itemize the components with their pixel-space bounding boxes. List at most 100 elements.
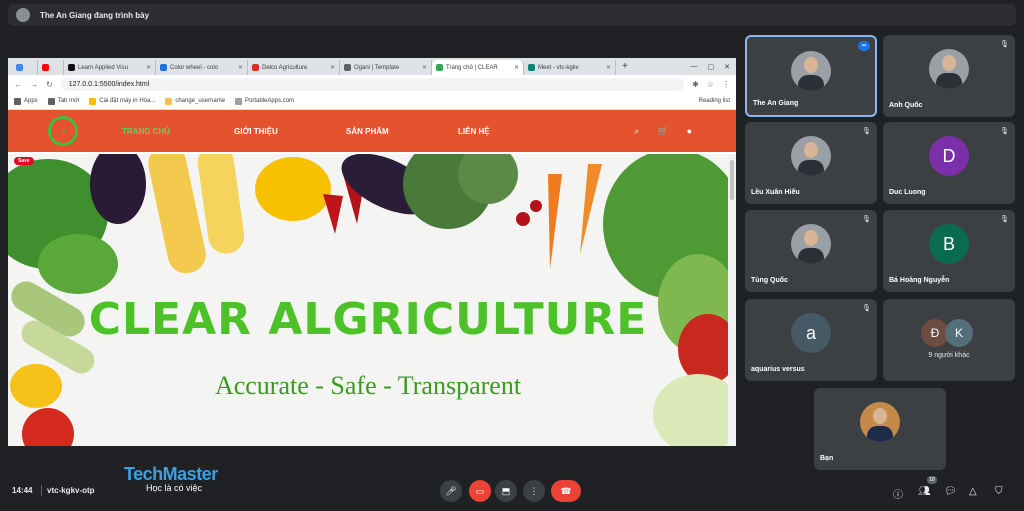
bookmark-icon [14,97,21,105]
participant-photo [791,224,831,264]
more-options-button[interactable]: ⋮ [523,480,545,502]
reload-icon[interactable]: ↻ [46,80,53,89]
cart-icon[interactable]: 🛒 [657,126,668,137]
tab-favicon-icon [16,64,23,71]
mic-icon: 🎤︎ [445,485,457,496]
browser-tab[interactable]: Delco Agriculture ✕ [248,60,340,75]
close-icon[interactable]: ✕ [330,64,335,71]
bookmark-label: PortableApps.com [245,98,295,104]
participant-tile[interactable]: 🎙︎ Anh Quốc [883,35,1015,117]
site-navbar: ◔ TRANG CHỦ GIỚI THIỆU SẢN PHẨM LIÊN HỆ ⌕ 🛒… [8,110,736,152]
info-icon[interactable]: ⓘ [893,486,903,501]
participant-tile[interactable]: D 🎙︎ Duc Luong [883,122,1015,204]
close-window-icon[interactable]: ✕ [724,63,730,71]
browser-tab[interactable]: Trang chủ | CLEAR ✕ [432,60,524,75]
site-nav-link[interactable]: LIÊN HỆ [458,127,570,136]
self-tile[interactable]: Bạn [814,388,946,470]
back-icon[interactable]: ← [14,80,22,89]
site-nav-link[interactable]: SẢN PHẨM [346,127,458,136]
menu-icon[interactable]: ⋮ [722,80,730,89]
close-icon[interactable]: ✕ [146,64,151,71]
participant-tile[interactable]: 🎙︎ Lều Xuân Hiếu [745,122,877,204]
bookmark-item[interactable]: Cài đặt máy in Hóa... [89,97,155,105]
close-icon[interactable]: ✕ [514,64,519,71]
tab-title: Color wheel - colo [170,64,219,71]
techmaster-logo: TechMaster Học là có việc [124,464,218,493]
site-nav-link[interactable]: GIỚI THIỆU [234,127,346,136]
bookmark-item[interactable]: Tab mới [47,97,80,105]
tab-favicon-icon [252,64,259,71]
mic-off-icon: 🎙︎ [862,305,871,312]
leave-call-button[interactable]: ☎ [551,480,581,502]
participant-count-badge: 18 [927,476,937,484]
pinterest-save-button[interactable]: Save [14,157,34,165]
bookmark-item[interactable]: Apps [14,97,38,105]
bookmark-icon [89,97,97,105]
camera-off-button[interactable]: ▭ [469,480,491,502]
hero-banner: Save CLEAR ALGRICULTURE Accurate - Safe … [8,154,728,446]
participant-tile[interactable]: a 🎙︎ aquarius versus [745,299,877,381]
participant-name: Duc Luong [889,189,926,196]
speaking-indicator-icon: ▪▪ [858,41,870,51]
microphone-button[interactable]: 🎤︎ [440,480,462,502]
bookmark-icon [235,97,243,105]
presenting-text: The An Giang đang trình bày [40,10,150,20]
bookmark-item[interactable]: PortableApps.com [235,97,295,105]
close-icon[interactable]: ✕ [422,64,427,71]
tab-title: Meet - vtc-kgkv [538,64,579,71]
user-icon[interactable]: ● [687,126,692,137]
browser-tab[interactable] [12,60,38,75]
browser-tab[interactable] [38,60,64,75]
close-icon[interactable]: ✕ [606,64,611,71]
activities-icon[interactable]: △ [969,486,977,497]
hero-subtitle: Accurate - Safe - Transparent [214,371,522,400]
chat-icon[interactable]: 💬︎ [944,486,957,497]
participant-tile[interactable]: ▪▪ The An Giang [745,35,877,117]
close-icon[interactable]: ✕ [238,64,243,71]
mic-off-icon: 🎙︎ [1000,128,1009,135]
browser-tab[interactable]: Meet - vtc-kgkv ✕ [524,60,616,75]
bookmark-label: Apps [24,98,38,104]
reading-list[interactable]: Reading list [699,98,730,104]
browser-tab[interactable]: Color wheel - colo ✕ [156,60,248,75]
url-field[interactable]: 127.0.0.1:5500/index.html [60,77,685,91]
address-bar: ← → ↻ 127.0.0.1:5500/index.html ✱ ☆ ⋮ [8,75,736,93]
forward-icon[interactable]: → [30,80,38,89]
search-icon[interactable]: ⌕ [634,126,639,137]
people-icon[interactable]: 👥︎ [918,486,931,497]
host-controls-icon[interactable]: ⛉ [995,486,1003,497]
bookmark-icon [47,97,55,105]
minimize-icon[interactable]: — [691,63,698,71]
participant-photo [791,136,831,176]
page-scrollbar[interactable] [728,154,736,446]
participant-tile[interactable]: 🎙︎ Tùng Quốc [745,210,877,292]
participant-photo [929,49,969,89]
present-icon: ⬒ [501,485,511,496]
tab-title: Trang chủ | CLEAR [446,64,498,71]
present-button[interactable]: ⬒ [495,480,517,502]
self-photo [860,402,900,442]
others-tile[interactable]: ĐK9 người khác [883,299,1015,381]
browser-tab[interactable]: Learn Applied Visu ✕ [64,60,156,75]
participant-tile[interactable]: B 🎙︎ Bá Hoàng Nguyễn [883,210,1015,292]
participant-photo [791,51,831,91]
tab-favicon-icon [68,64,75,71]
tab-favicon-icon [436,64,443,71]
site-nav-link[interactable]: TRANG CHỦ [122,127,234,136]
browser-tab[interactable]: Ogani | Template ✕ [340,60,432,75]
bookmark-star-icon[interactable]: ☆ [707,80,714,89]
participant-name: Bá Hoàng Nguyễn [889,277,950,284]
bookmarks-bar: Apps Tab mới Cài đặt máy in Hóa... change_u… [8,93,736,110]
presenting-bar: The An Giang đang trình bày [8,4,1016,26]
bookmark-label: change_username [175,98,226,104]
extensions-icon[interactable]: ✱ [692,80,699,89]
tab-favicon-icon [528,64,535,71]
meeting-code: vtc-kgkv-otp [47,486,95,495]
tab-favicon-icon [160,64,167,71]
bookmark-label: Tab mới [57,98,80,104]
browser-tabstrip: Learn Applied Visu ✕ Color wheel - colo ✕ De… [8,58,736,75]
maximize-icon[interactable]: ▢ [708,63,715,71]
site-logo[interactable]: ◔ [48,116,78,146]
bookmark-item[interactable]: change_username [165,97,226,105]
new-tab-button[interactable]: + [616,61,634,72]
